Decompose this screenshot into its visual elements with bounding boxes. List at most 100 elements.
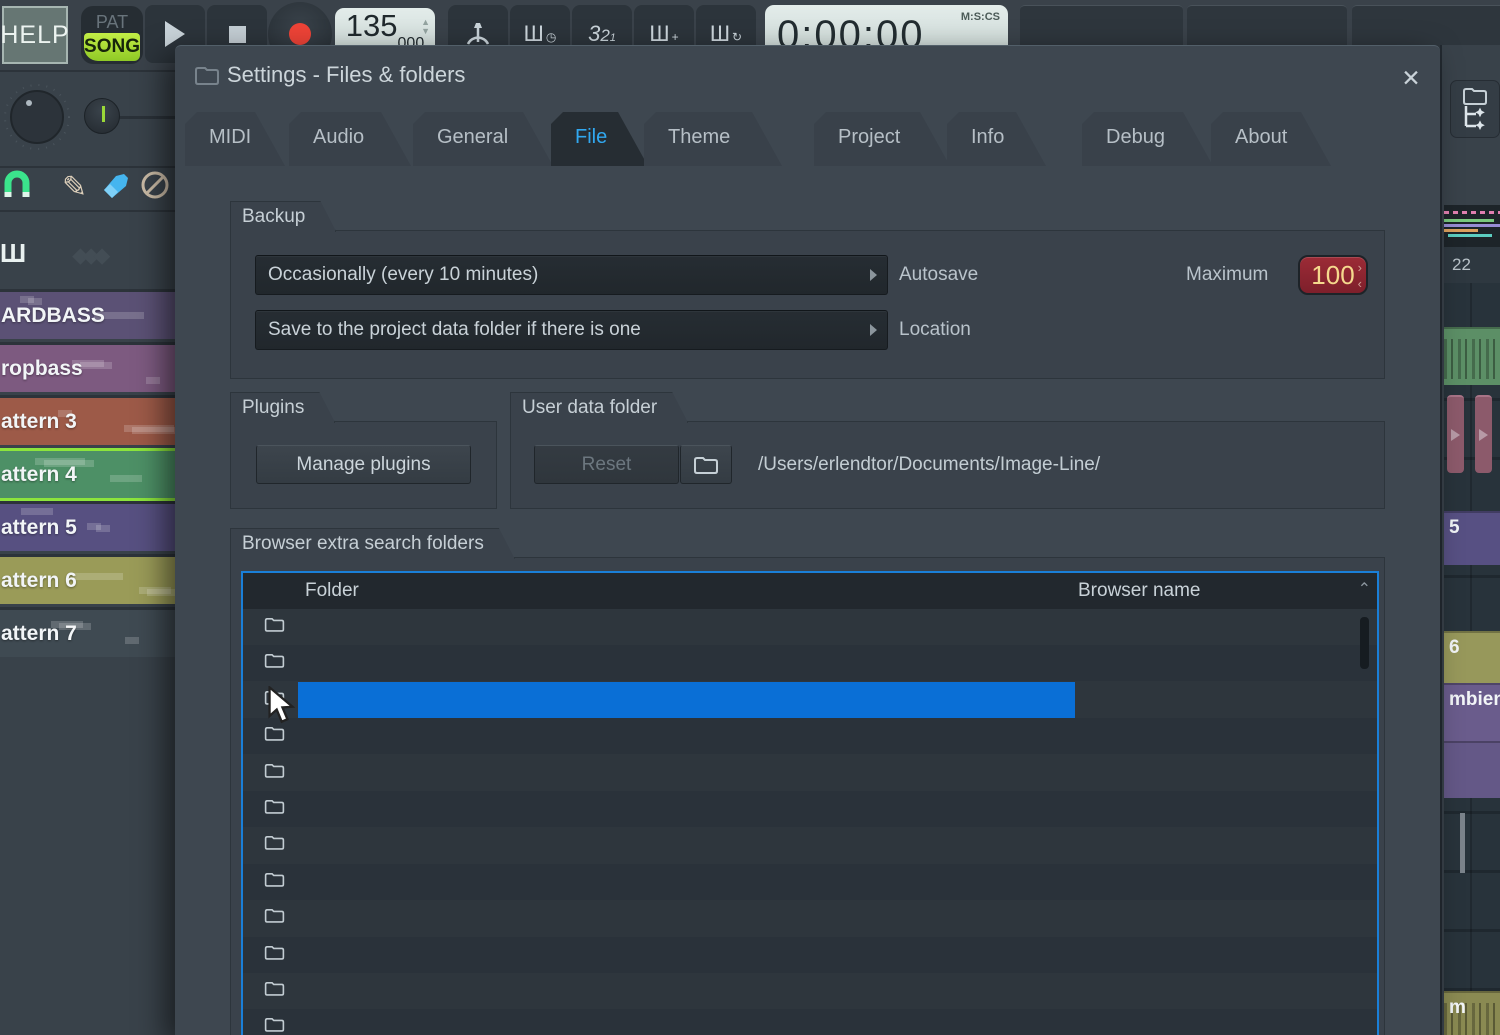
folder-row[interactable] — [243, 900, 1377, 936]
pattern-clip[interactable]: attern 5 — [0, 501, 175, 551]
snap-magnet-icon[interactable] — [2, 170, 32, 207]
folder-icon — [264, 944, 285, 961]
tab-about[interactable]: About — [1211, 112, 1331, 166]
folder-row[interactable] — [243, 682, 1377, 718]
playlist-clip[interactable]: 5 — [1444, 511, 1500, 565]
clip-label: m — [1449, 997, 1466, 1019]
scrollbar-thumb[interactable] — [1360, 617, 1369, 669]
master-volume-knob[interactable] — [2, 82, 72, 157]
metronome-icon — [464, 20, 492, 48]
keyboard-clock-icon: Ш◷ — [524, 21, 557, 47]
pattern-clip[interactable]: attern 4 — [0, 448, 175, 498]
folder-row[interactable] — [243, 937, 1377, 973]
browse-folder-button[interactable] — [680, 445, 732, 484]
folder-icon — [264, 871, 285, 888]
backup-section: Backup Occasionally (every 10 minutes) A… — [230, 230, 1385, 379]
location-dropdown[interactable]: Save to the project data folder if there… — [255, 310, 888, 350]
waveform-icon: ⬥⬥⬥ — [72, 242, 104, 270]
backup-section-label: Backup — [230, 201, 336, 232]
piano-keys-icon[interactable]: Ш — [0, 238, 26, 269]
help-panel[interactable]: HELP — [2, 6, 68, 64]
manage-plugins-button[interactable]: Manage plugins — [256, 445, 471, 484]
pan-slider[interactable] — [84, 98, 120, 134]
pattern-name: attern 6 — [1, 569, 77, 593]
song-mode-label[interactable]: SONG — [84, 33, 140, 61]
folder-icon — [264, 834, 285, 851]
tab-general[interactable]: General — [413, 112, 553, 166]
playlist-strip: 22 5 6 mbien m — [1440, 45, 1500, 1035]
tab-debug[interactable]: Debug — [1082, 112, 1213, 166]
playlist-clip[interactable]: 6 — [1444, 631, 1500, 683]
tab-file[interactable]: File — [551, 112, 648, 166]
scroll-up-icon[interactable]: ⌃ — [1358, 579, 1371, 599]
stem-line — [1460, 813, 1465, 873]
pattern-clip[interactable]: ARDBASS — [0, 289, 175, 339]
paint-tool-icon[interactable] — [100, 170, 132, 209]
pat-mode-label[interactable]: PAT — [81, 12, 143, 33]
pattern-clip[interactable]: attern 7 — [0, 607, 175, 657]
tempo-spinner[interactable]: ▲▼ — [421, 18, 430, 36]
automation-clip[interactable] — [1475, 395, 1492, 473]
folder-row[interactable] — [243, 755, 1377, 791]
column-folder: Folder — [305, 580, 359, 602]
folder-icon — [264, 725, 285, 742]
pattern-name: ARDBASS — [1, 304, 105, 328]
folder-row[interactable] — [243, 718, 1377, 754]
browser-folders-section-label: Browser extra search folders — [230, 528, 515, 559]
folder-row[interactable] — [243, 791, 1377, 827]
folder-icon — [1462, 86, 1488, 106]
play-icon — [165, 21, 185, 47]
playlist-clip[interactable]: m — [1444, 991, 1500, 1035]
time-unit-label: M:S:CS — [961, 11, 1000, 23]
pat-song-toggle[interactable]: PAT SONG — [81, 6, 143, 64]
pattern-clip[interactable]: attern 3 — [0, 395, 175, 445]
pencil-tool-icon[interactable]: ✎ — [62, 170, 87, 205]
maximum-backups-spinner[interactable]: 100 ›‹ — [1298, 255, 1368, 295]
folder-row[interactable] — [243, 864, 1377, 900]
fl-studio-window: HELP PAT SONG 135 000 ▲▼ — [0, 0, 1500, 1035]
spinner-arrows-icon[interactable]: ›‹ — [1358, 260, 1362, 292]
folder-icon — [264, 652, 285, 669]
delete-tool-icon[interactable] — [140, 170, 170, 207]
playlist-clip[interactable]: mbien — [1444, 683, 1500, 741]
pattern-name: ropbass — [1, 357, 83, 381]
folder-row[interactable] — [243, 827, 1377, 863]
playlist-clip[interactable] — [1444, 327, 1500, 385]
folder-row[interactable] — [243, 645, 1377, 681]
tab-theme[interactable]: Theme — [644, 112, 782, 166]
user-data-section-label: User data folder — [510, 392, 688, 423]
maximum-label: Maximum — [1186, 264, 1268, 286]
pattern-clip[interactable]: attern 6 — [0, 554, 175, 604]
pattern-clip[interactable]: ropbass — [0, 342, 175, 392]
clip-label: mbien — [1449, 689, 1500, 711]
countdown-321-icon: 321 — [588, 21, 616, 47]
selected-folder-input[interactable] — [298, 682, 1075, 718]
playlist-grid[interactable]: 5 6 mbien m — [1444, 283, 1500, 1035]
folder-icon — [264, 762, 285, 779]
tab-info[interactable]: Info — [947, 112, 1046, 166]
automation-clip[interactable] — [1447, 395, 1464, 473]
browser-view-button[interactable] — [1450, 80, 1500, 138]
keyboard-loop-icon: Ш↻ — [710, 21, 742, 47]
clip-label: 5 — [1449, 517, 1460, 539]
playlist-clip[interactable] — [1444, 741, 1500, 798]
search-folders-table[interactable]: Folder Browser name ⌃ — [241, 571, 1379, 1035]
playlist-overview[interactable] — [1444, 205, 1500, 247]
pattern-name: attern 5 — [1, 516, 77, 540]
tab-midi[interactable]: MIDI — [185, 112, 285, 166]
folder-icon — [264, 798, 285, 815]
reset-button[interactable]: Reset — [534, 445, 679, 484]
tab-audio[interactable]: Audio — [289, 112, 411, 166]
bar-number-label: 22 — [1444, 247, 1500, 283]
dropdown-arrow-icon — [870, 269, 877, 281]
folder-row[interactable] — [243, 973, 1377, 1009]
autosave-dropdown[interactable]: Occasionally (every 10 minutes) — [255, 255, 888, 295]
folder-row[interactable] — [243, 609, 1377, 645]
dropdown-arrow-icon — [870, 324, 877, 336]
folder-row[interactable] — [243, 1009, 1377, 1035]
record-icon — [289, 23, 311, 45]
close-icon[interactable]: ✕ — [1397, 64, 1425, 92]
tab-project[interactable]: Project — [814, 112, 950, 166]
keyboard-plus-icon: Ш+ — [649, 21, 678, 47]
help-label: HELP — [0, 21, 69, 50]
